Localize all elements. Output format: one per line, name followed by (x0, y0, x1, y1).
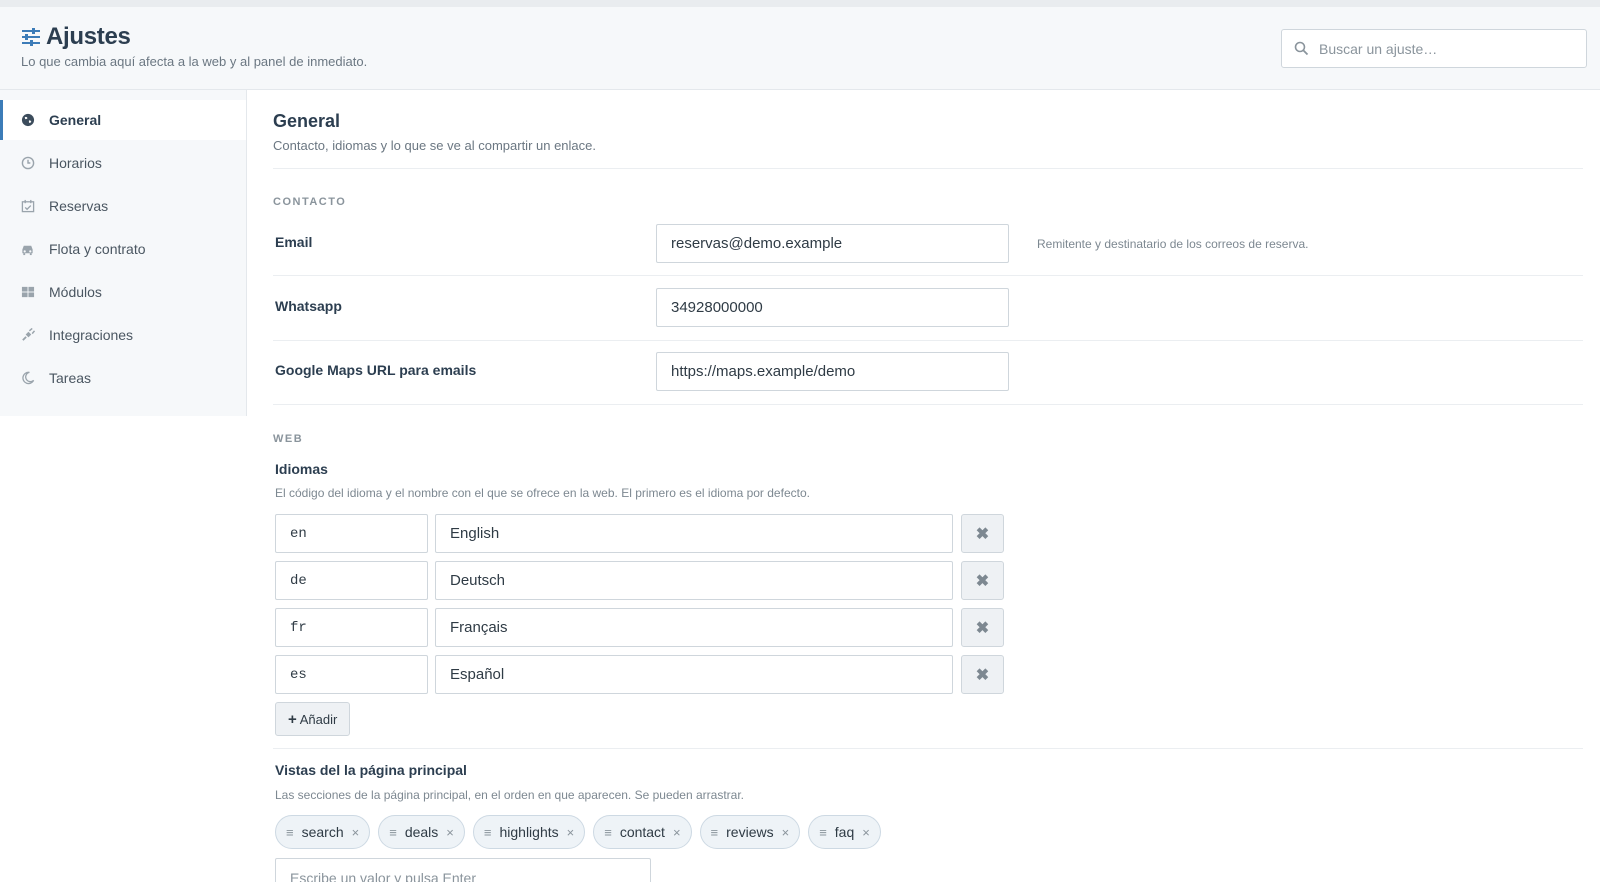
language-code-input[interactable] (275, 514, 428, 553)
view-tag[interactable]: ≡ reviews × (699, 815, 801, 849)
sidebar-item-tareas[interactable]: Tareas (0, 358, 246, 398)
close-icon: ✖ (975, 619, 990, 637)
search-input[interactable] (1319, 40, 1579, 57)
view-tag-label: contact (619, 824, 665, 840)
view-tag[interactable]: ≡ deals × (378, 815, 465, 849)
view-tag[interactable]: ≡ contact × (593, 815, 692, 849)
whatsapp-field[interactable] (656, 288, 1009, 327)
search-icon (1294, 41, 1309, 56)
grid-icon (20, 285, 35, 300)
home-views-label: Vistas del la página principal (275, 762, 467, 778)
group-label-contacto: CONTACTO (273, 196, 347, 208)
sidebar-item-label: General (49, 112, 102, 128)
remove-language-button[interactable]: ✖ (961, 608, 1004, 647)
languages-help: El código del idioma y el nombre con el … (275, 486, 810, 500)
plug-icon (20, 328, 35, 343)
page-subtitle: Lo que cambia aquí afecta a la web y al … (21, 54, 368, 69)
car-icon (20, 242, 35, 257)
email-field[interactable] (656, 224, 1009, 263)
sidebar-item-modulos[interactable]: Módulos (0, 272, 246, 312)
section-description: Contacto, idiomas y lo que se ve al comp… (273, 138, 597, 153)
maps-url-field[interactable] (656, 352, 1009, 391)
remove-tag-icon[interactable]: × (567, 825, 575, 840)
home-views-tags: ≡ search × ≡ deals × ≡ highlights × ≡ contact × … (275, 815, 889, 849)
close-icon: ✖ (975, 525, 990, 543)
sidebar-item-label: Tareas (49, 370, 92, 386)
language-code-input[interactable] (275, 561, 428, 600)
settings-search[interactable] (1281, 29, 1587, 68)
add-language-label: Añadir (299, 711, 338, 727)
view-tag[interactable]: ≡ search × (275, 815, 371, 849)
page-header: Ajustes Lo que cambia aquí afecta a la w… (0, 7, 1600, 90)
sidebar-item-label: Integraciones (49, 327, 134, 343)
group-label-web: WEB (273, 433, 304, 445)
sidebar-item-flota[interactable]: Flota y contrato (0, 229, 246, 269)
remove-language-button[interactable]: ✖ (961, 561, 1004, 600)
divider (273, 275, 1583, 276)
divider (273, 168, 1583, 169)
remove-tag-icon[interactable]: × (446, 825, 454, 840)
sidebar-item-integraciones[interactable]: Integraciones (0, 315, 246, 355)
sidebar-item-general[interactable]: General (0, 100, 246, 140)
drag-handle-icon[interactable]: ≡ (604, 825, 612, 840)
drag-handle-icon[interactable]: ≡ (819, 825, 827, 840)
languages-label: Idiomas (275, 461, 328, 477)
view-tag[interactable]: ≡ faq × (808, 815, 881, 849)
sidebar-item-reservas[interactable]: Reservas (0, 186, 246, 226)
section-title: General (273, 111, 341, 131)
home-views-help: Las secciones de la página principal, en… (275, 788, 744, 802)
drag-handle-icon[interactable]: ≡ (389, 825, 397, 840)
plus-icon: + (288, 710, 297, 728)
remove-tag-icon[interactable]: × (673, 825, 681, 840)
remove-language-button[interactable]: ✖ (961, 655, 1004, 694)
settings-sidebar: General Horarios Reservas Flota y contra… (0, 90, 247, 416)
view-tag[interactable]: ≡ highlights × (472, 815, 586, 849)
maps-url-label: Google Maps URL para emails (275, 362, 477, 378)
language-code-input[interactable] (275, 608, 428, 647)
view-tag-label: search (301, 824, 344, 840)
globe-icon (20, 113, 35, 128)
add-language-button[interactable]: + Añadir (275, 702, 351, 736)
remove-language-button[interactable]: ✖ (961, 514, 1004, 553)
language-name-input[interactable] (435, 514, 953, 553)
close-icon: ✖ (975, 666, 990, 684)
clock-icon (20, 156, 35, 171)
language-name-input[interactable] (435, 655, 953, 694)
whatsapp-label: Whatsapp (275, 298, 342, 314)
close-icon: ✖ (975, 572, 990, 590)
moon-icon (20, 371, 35, 386)
remove-tag-icon[interactable]: × (782, 825, 790, 840)
email-help: Remitente y destinatario de los correos … (1037, 237, 1309, 251)
sidebar-item-label: Reservas (49, 198, 109, 214)
top-strip (0, 0, 1600, 7)
sidebar-item-label: Módulos (49, 284, 102, 300)
email-label: Email (275, 234, 313, 250)
calendar-check-icon (20, 199, 35, 214)
view-tag-label: deals (404, 824, 439, 840)
remove-tag-icon[interactable]: × (352, 825, 360, 840)
drag-handle-icon[interactable]: ≡ (711, 825, 719, 840)
sidebar-item-horarios[interactable]: Horarios (0, 143, 246, 183)
language-code-input[interactable] (275, 655, 428, 694)
sliders-icon (22, 28, 40, 46)
divider (273, 340, 1583, 341)
drag-handle-icon[interactable]: ≡ (484, 825, 492, 840)
view-tag-label: reviews (726, 824, 774, 840)
sidebar-item-label: Flota y contrato (49, 241, 146, 257)
drag-handle-icon[interactable]: ≡ (286, 825, 294, 840)
title-row: Ajustes (20, 23, 131, 51)
language-name-input[interactable] (435, 561, 953, 600)
divider (273, 748, 1583, 749)
view-tag-label: highlights (499, 824, 559, 840)
language-name-input[interactable] (435, 608, 953, 647)
home-views-input[interactable] (275, 858, 651, 882)
sidebar-item-label: Horarios (49, 155, 102, 171)
divider (273, 404, 1583, 405)
remove-tag-icon[interactable]: × (862, 825, 870, 840)
view-tag-label: faq (834, 824, 855, 840)
page-title: Ajustes (46, 23, 131, 50)
